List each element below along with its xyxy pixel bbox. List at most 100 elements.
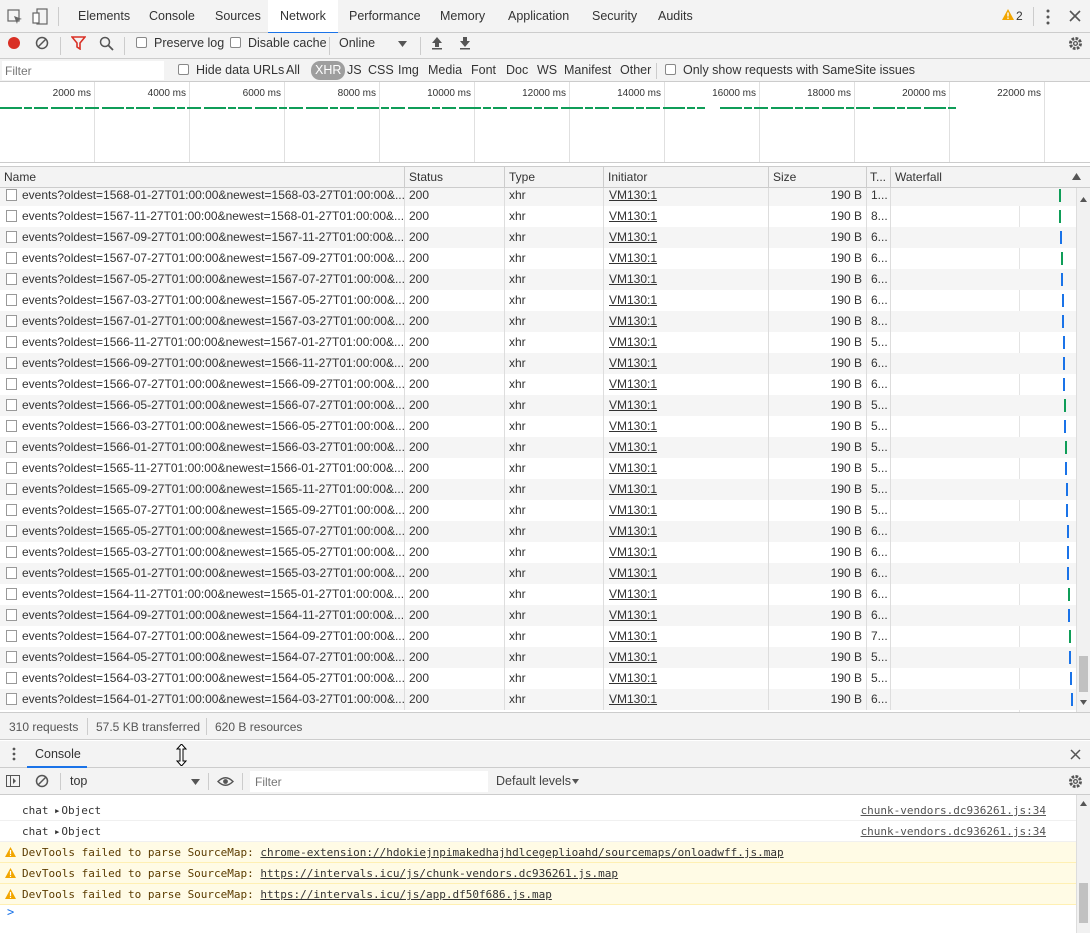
table-row[interactable]: events?oldest=1566-03-27T01:00:00&newest… bbox=[0, 416, 1076, 437]
clear-console-icon[interactable] bbox=[35, 774, 49, 788]
disable-cache-label[interactable]: Disable cache bbox=[248, 36, 327, 50]
request-initiator[interactable]: VM130:1 bbox=[604, 542, 769, 563]
console-settings-gear-icon[interactable] bbox=[1068, 774, 1083, 789]
tab-security[interactable]: Security bbox=[580, 0, 649, 33]
scroll-down-icon[interactable] bbox=[1080, 700, 1087, 705]
column-header-status[interactable]: Status bbox=[405, 167, 505, 188]
table-scrollbar[interactable] bbox=[1076, 188, 1090, 712]
request-initiator[interactable]: VM130:1 bbox=[604, 626, 769, 647]
sourcemap-link[interactable]: https://intervals.icu/js/app.df50f686.js… bbox=[260, 888, 551, 901]
tab-audits[interactable]: Audits bbox=[646, 0, 705, 33]
sourcemap-link[interactable]: chrome-extension://hdokiejnpimakedhajhdl… bbox=[260, 846, 783, 859]
record-icon[interactable] bbox=[7, 36, 21, 50]
log-levels-select[interactable]: Default levels bbox=[492, 770, 587, 792]
table-row[interactable]: events?oldest=1565-11-27T01:00:00&newest… bbox=[0, 458, 1076, 479]
table-row[interactable]: events?oldest=1565-05-27T01:00:00&newest… bbox=[0, 521, 1076, 542]
disable-cache-checkbox[interactable] bbox=[230, 37, 241, 48]
context-select[interactable]: top bbox=[64, 770, 204, 792]
close-icon[interactable] bbox=[1069, 10, 1081, 22]
samesite-checkbox[interactable] bbox=[665, 64, 676, 75]
request-initiator[interactable]: VM130:1 bbox=[604, 227, 769, 248]
tab-application[interactable]: Application bbox=[496, 0, 581, 33]
filter-type-xhr[interactable]: XHR bbox=[311, 61, 346, 80]
tab-network[interactable]: Network bbox=[268, 0, 338, 34]
tab-console[interactable]: Console bbox=[137, 0, 207, 33]
column-header-initiator[interactable]: Initiator bbox=[604, 167, 769, 188]
request-initiator[interactable]: VM130:1 bbox=[604, 500, 769, 521]
table-row[interactable]: events?oldest=1567-03-27T01:00:00&newest… bbox=[0, 290, 1076, 311]
request-initiator[interactable]: VM130:1 bbox=[604, 437, 769, 458]
tab-memory[interactable]: Memory bbox=[428, 0, 497, 33]
column-header-waterfall[interactable]: Waterfall bbox=[891, 167, 1071, 188]
table-row[interactable]: events?oldest=1565-01-27T01:00:00&newest… bbox=[0, 563, 1076, 584]
network-overview[interactable]: 2000 ms 4000 ms 6000 ms 8000 ms 10000 ms 1200… bbox=[0, 82, 1090, 163]
throttling-select[interactable]: Online bbox=[334, 34, 414, 56]
console-object[interactable]: Object bbox=[61, 825, 101, 838]
table-row[interactable]: events?oldest=1564-11-27T01:00:00&newest… bbox=[0, 584, 1076, 605]
clear-icon[interactable] bbox=[35, 36, 49, 50]
filter-input[interactable] bbox=[2, 61, 164, 80]
request-initiator[interactable]: VM130:1 bbox=[604, 563, 769, 584]
tab-performance[interactable]: Performance bbox=[337, 0, 433, 33]
request-initiator[interactable]: VM130:1 bbox=[604, 668, 769, 689]
table-row[interactable]: events?oldest=1566-11-27T01:00:00&newest… bbox=[0, 332, 1076, 353]
device-toolbar-icon[interactable] bbox=[32, 8, 48, 25]
filter-type-ws[interactable]: WS bbox=[534, 61, 560, 80]
request-initiator[interactable]: VM130:1 bbox=[604, 290, 769, 311]
sourcemap-link[interactable]: https://intervals.icu/js/chunk-vendors.d… bbox=[260, 867, 618, 880]
filter-type-all[interactable]: All bbox=[283, 61, 303, 80]
filter-type-doc[interactable]: Doc bbox=[503, 61, 531, 80]
tab-elements[interactable]: Elements bbox=[66, 0, 142, 33]
preserve-log-checkbox[interactable] bbox=[136, 37, 147, 48]
table-row[interactable]: events?oldest=1564-03-27T01:00:00&newest… bbox=[0, 668, 1076, 689]
hide-data-urls-checkbox[interactable] bbox=[178, 64, 189, 75]
table-row[interactable]: events?oldest=1565-03-27T01:00:00&newest… bbox=[0, 542, 1076, 563]
request-initiator[interactable]: VM130:1 bbox=[604, 206, 769, 227]
warning-icon[interactable] bbox=[1002, 9, 1014, 21]
column-header-time[interactable]: T... bbox=[867, 167, 891, 188]
scroll-up-icon[interactable] bbox=[1080, 197, 1087, 202]
filter-type-other[interactable]: Other bbox=[617, 61, 654, 80]
filter-type-img[interactable]: Img bbox=[395, 61, 422, 80]
scrollbar-thumb[interactable] bbox=[1079, 883, 1088, 923]
close-drawer-icon[interactable] bbox=[1070, 749, 1081, 760]
table-row[interactable]: events?oldest=1564-05-27T01:00:00&newest… bbox=[0, 647, 1076, 668]
preserve-log-label[interactable]: Preserve log bbox=[154, 36, 224, 50]
table-row[interactable]: events?oldest=1564-07-27T01:00:00&newest… bbox=[0, 626, 1076, 647]
drawer-menu-icon[interactable] bbox=[12, 747, 16, 761]
table-row[interactable]: events?oldest=1565-07-27T01:00:00&newest… bbox=[0, 500, 1076, 521]
table-row[interactable]: events?oldest=1566-01-27T01:00:00&newest… bbox=[0, 437, 1076, 458]
table-row[interactable]: events?oldest=1567-01-27T01:00:00&newest… bbox=[0, 311, 1076, 332]
column-header-name[interactable]: Name bbox=[0, 167, 405, 188]
table-row[interactable]: events?oldest=1567-09-27T01:00:00&newest… bbox=[0, 227, 1076, 248]
warning-count[interactable]: 2 bbox=[1016, 9, 1023, 23]
table-row[interactable]: events?oldest=1565-09-27T01:00:00&newest… bbox=[0, 479, 1076, 500]
search-icon[interactable] bbox=[99, 36, 114, 51]
more-options-icon[interactable] bbox=[1045, 9, 1051, 25]
table-row[interactable]: events?oldest=1568-01-27T01:00:00&newest… bbox=[0, 188, 1076, 206]
export-har-icon[interactable] bbox=[459, 36, 471, 50]
scroll-up-icon[interactable] bbox=[1080, 801, 1087, 806]
request-initiator[interactable]: VM130:1 bbox=[604, 521, 769, 542]
request-initiator[interactable]: VM130:1 bbox=[604, 332, 769, 353]
request-initiator[interactable]: VM130:1 bbox=[604, 584, 769, 605]
tab-sources[interactable]: Sources bbox=[203, 0, 273, 33]
filter-type-font[interactable]: Font bbox=[468, 61, 499, 80]
samesite-label[interactable]: Only show requests with SameSite issues bbox=[683, 63, 915, 77]
request-initiator[interactable]: VM130:1 bbox=[604, 395, 769, 416]
table-row[interactable]: events?oldest=1567-07-27T01:00:00&newest… bbox=[0, 248, 1076, 269]
table-row[interactable]: events?oldest=1567-11-27T01:00:00&newest… bbox=[0, 206, 1076, 227]
request-initiator[interactable]: VM130:1 bbox=[604, 269, 769, 290]
table-row[interactable]: events?oldest=1567-05-27T01:00:00&newest… bbox=[0, 269, 1076, 290]
filter-type-manifest[interactable]: Manifest bbox=[561, 61, 614, 80]
table-row[interactable]: events?oldest=1566-07-27T01:00:00&newest… bbox=[0, 374, 1076, 395]
sort-ascending-icon[interactable] bbox=[1072, 173, 1081, 180]
console-source-link[interactable]: chunk-vendors.dc936261.js:34 bbox=[861, 800, 1046, 821]
inspect-element-icon[interactable] bbox=[7, 9, 23, 25]
expand-triangle-icon[interactable]: ▶ bbox=[55, 807, 59, 815]
console-scrollbar[interactable] bbox=[1076, 795, 1090, 933]
network-settings-gear-icon[interactable] bbox=[1068, 36, 1083, 51]
request-initiator[interactable]: VM130:1 bbox=[604, 605, 769, 626]
request-initiator[interactable]: VM130:1 bbox=[604, 458, 769, 479]
hide-data-urls-label[interactable]: Hide data URLs bbox=[196, 63, 284, 77]
